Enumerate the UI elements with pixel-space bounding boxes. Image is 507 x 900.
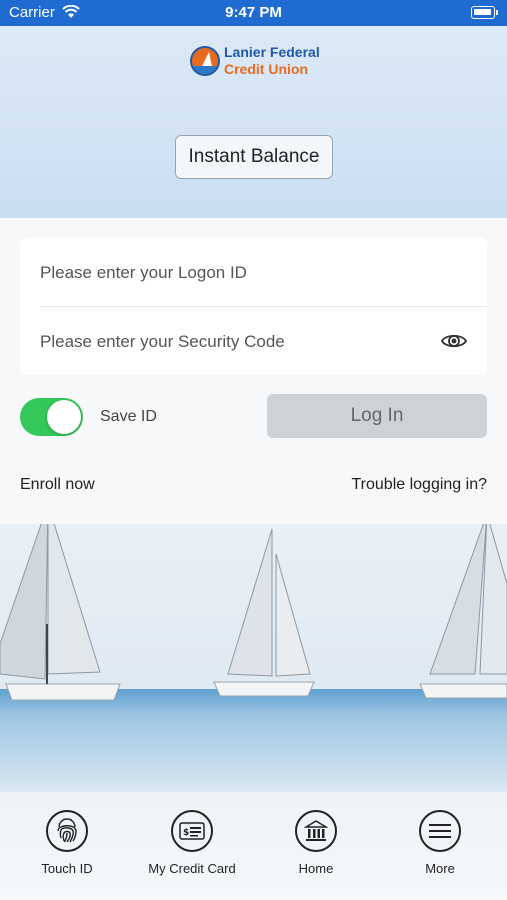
logo-text-line1: Lanier Federal bbox=[224, 44, 320, 60]
logo-text-line2: Credit Union bbox=[224, 61, 308, 77]
tab-label: More bbox=[425, 861, 455, 876]
login-section: Please enter your Logon ID Please enter … bbox=[0, 218, 507, 524]
bank-icon bbox=[295, 810, 337, 852]
tab-touch-id[interactable]: Touch ID bbox=[12, 810, 122, 876]
login-card: Please enter your Logon ID Please enter … bbox=[20, 238, 487, 375]
toggle-knob bbox=[47, 400, 81, 434]
clock: 9:47 PM bbox=[225, 4, 282, 21]
sailboats-photo bbox=[0, 524, 507, 792]
field-divider bbox=[40, 306, 487, 307]
save-id-label: Save ID bbox=[100, 408, 157, 425]
tab-label: My Credit Card bbox=[148, 861, 236, 876]
enroll-now-link[interactable]: Enroll now bbox=[20, 476, 95, 494]
tab-my-credit-card[interactable]: $ My Credit Card bbox=[137, 810, 247, 876]
logon-id-field[interactable]: Please enter your Logon ID bbox=[40, 263, 470, 283]
eye-icon[interactable] bbox=[440, 327, 468, 355]
save-id-toggle[interactable] bbox=[20, 398, 83, 436]
security-code-field[interactable]: Please enter your Security Code bbox=[40, 332, 470, 352]
trouble-logging-in-link[interactable]: Trouble logging in? bbox=[352, 476, 488, 494]
tab-more[interactable]: More bbox=[385, 810, 495, 876]
tab-home[interactable]: Home bbox=[261, 810, 371, 876]
sailboat-logo-icon bbox=[190, 46, 220, 76]
svg-text:$: $ bbox=[183, 828, 189, 838]
credit-card-icon: $ bbox=[171, 810, 213, 852]
tab-label: Touch ID bbox=[41, 861, 93, 876]
status-bar: Carrier 9:47 PM bbox=[0, 0, 507, 26]
fingerprint-icon bbox=[46, 810, 88, 852]
bottom-tab-bar: Touch ID $ My Credit Card Home More bbox=[0, 792, 507, 900]
tab-label: Home bbox=[298, 861, 334, 876]
battery-icon bbox=[471, 6, 498, 19]
login-button[interactable]: Log In bbox=[267, 394, 487, 438]
menu-icon bbox=[419, 810, 461, 852]
instant-balance-button[interactable]: Instant Balance bbox=[175, 135, 333, 179]
header: Lanier Federal Credit Union Instant Bala… bbox=[0, 26, 507, 218]
